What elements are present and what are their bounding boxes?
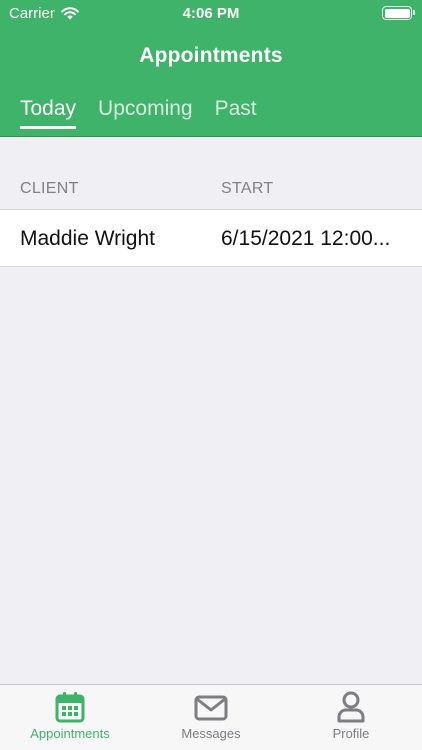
bottom-tab-bar: Appointments Messages Profile (0, 684, 422, 750)
tabbar-label-appointments: Appointments (30, 726, 110, 741)
tabbar-item-profile[interactable]: Profile (281, 691, 421, 741)
header-divider (0, 136, 422, 137)
person-icon (337, 691, 365, 723)
page-title: Appointments (139, 44, 283, 67)
calendar-icon (55, 692, 85, 723)
column-header-client: CLIENT (20, 180, 79, 197)
tabbar-item-messages[interactable]: Messages (141, 691, 281, 741)
row-client-name: Maddie Wright (20, 227, 156, 250)
envelope-icon (194, 695, 228, 721)
tabbar-label-profile: Profile (332, 726, 370, 741)
status-bar: Carrier 4:06 PM (0, 0, 422, 28)
segment-tabs: Today Upcoming Past (20, 97, 257, 129)
tabbar-item-appointments[interactable]: Appointments (0, 691, 140, 741)
table-header: CLIENT START (0, 180, 422, 200)
tab-upcoming[interactable]: Upcoming (98, 97, 193, 129)
app-header: Carrier 4:06 PM Appointments Today Upcom… (0, 0, 422, 137)
tab-today[interactable]: Today (20, 97, 77, 129)
table-row[interactable]: Maddie Wright 6/15/2021 12:00... (0, 209, 422, 267)
row-start-time: 6/15/2021 12:00... (221, 227, 391, 250)
tabbar-label-messages: Messages (181, 726, 241, 741)
clock: 4:06 PM (182, 5, 240, 22)
column-header-start: START (221, 180, 274, 197)
battery-icon (382, 6, 415, 20)
tab-past[interactable]: Past (215, 97, 257, 129)
